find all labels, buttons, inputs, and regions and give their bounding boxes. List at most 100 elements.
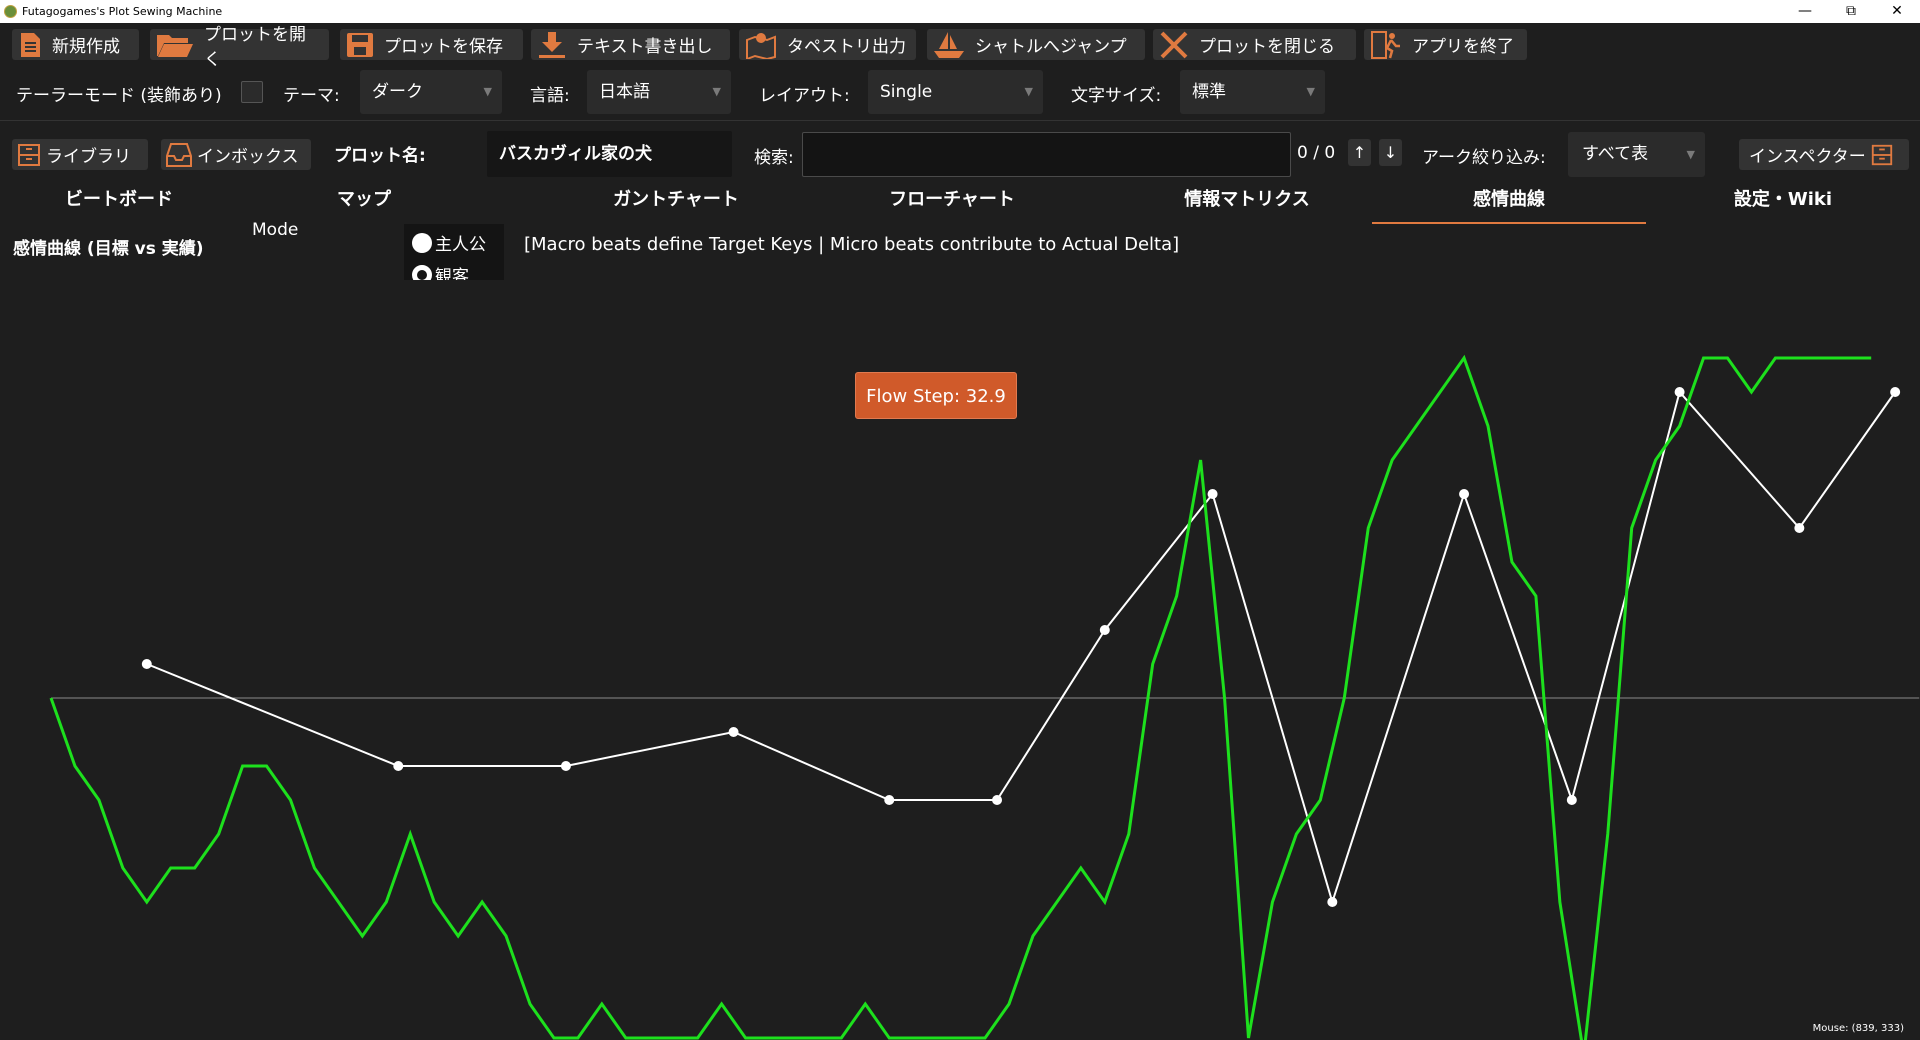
- tailor-mode-label: テーラーモード (装飾あり): [16, 86, 222, 106]
- download-icon: [539, 31, 565, 58]
- font-size-label: 文字サイズ:: [1071, 86, 1162, 106]
- tab-map[interactable]: マップ: [238, 186, 490, 224]
- target-key-point[interactable]: [1890, 387, 1901, 397]
- ship-icon: [934, 31, 964, 58]
- flow-step-tooltip: Flow Step: 32.9: [855, 372, 1017, 419]
- export-text-label: テキスト書き出し: [577, 37, 713, 57]
- target-key-point[interactable]: [992, 795, 1003, 805]
- settings-row: テーラーモード (装飾あり) テーマ: ダーク ▼ 言語: 日本語 ▼ レイアウ…: [0, 66, 1920, 120]
- target-key-point[interactable]: [1099, 625, 1110, 635]
- floppy-disk-icon: [347, 32, 373, 57]
- search-next-button[interactable]: ↓: [1379, 139, 1402, 166]
- target-key-point[interactable]: [141, 659, 152, 669]
- chevron-down-icon: ▼: [1686, 148, 1695, 161]
- search-input[interactable]: [802, 132, 1291, 177]
- jump-to-shuttle-button[interactable]: シャトルへジャンプ: [927, 29, 1145, 60]
- new-plot-button[interactable]: 新規作成: [12, 29, 139, 60]
- tab-flowchart[interactable]: フローチャート: [862, 186, 1042, 224]
- font-size-select[interactable]: 標準 ▼: [1180, 70, 1325, 114]
- mode-option-label: 主人公: [435, 235, 486, 255]
- exit-door-icon: [1371, 30, 1400, 59]
- tapestry-export-label: タペストリ出力: [787, 37, 906, 57]
- close-plot-label: プロットを閉じる: [1199, 37, 1335, 57]
- save-plot-label: プロットを保存: [384, 37, 503, 57]
- library-button[interactable]: ライブラリ: [12, 139, 148, 170]
- tailor-mode-checkbox[interactable]: [241, 81, 263, 103]
- export-text-button[interactable]: テキスト書き出し: [531, 29, 730, 60]
- chevron-down-icon: ▼: [1306, 85, 1315, 98]
- layout-select[interactable]: Single ▼: [868, 70, 1043, 114]
- radio-checked-icon: [412, 232, 432, 253]
- target-key-point[interactable]: [1207, 489, 1218, 499]
- quit-app-label: アプリを終了: [1412, 37, 1514, 57]
- inspector-label: インスペクター: [1749, 147, 1866, 167]
- target-curve-line: [146, 389, 1896, 906]
- theme-value: ダーク: [372, 82, 423, 102]
- quit-app-button[interactable]: アプリを終了: [1364, 29, 1527, 60]
- chevron-down-icon: ▼: [1024, 85, 1033, 98]
- view-tabs: ビートボード マップ ガントチャート フローチャート 情報マトリクス 感情曲線 …: [0, 186, 1920, 224]
- inspector-button[interactable]: インスペクター: [1739, 139, 1909, 170]
- layout-value: Single: [880, 82, 933, 102]
- window-title: Futagogames's Plot Sewing Machine: [22, 5, 223, 18]
- target-key-point[interactable]: [1459, 489, 1470, 499]
- close-icon: [1160, 31, 1188, 58]
- mode-label: Mode: [252, 220, 299, 240]
- target-key-point[interactable]: [1327, 897, 1338, 907]
- main-toolbar: 新規作成 プロットを開く プロットを保存 テキスト書き出し タペストリ出力 シャ…: [0, 23, 1920, 70]
- search-match-count: 0 / 0: [1297, 143, 1336, 163]
- theme-select[interactable]: ダーク ▼: [360, 70, 502, 114]
- search-label: 検索:: [754, 148, 794, 168]
- folder-open-icon: [157, 34, 193, 57]
- plot-name-field[interactable]: バスカヴィル家の犬: [487, 131, 732, 177]
- arc-filter-value: すべて表: [1582, 144, 1649, 164]
- target-key-point[interactable]: [1674, 387, 1685, 397]
- restore-button[interactable]: ⧉: [1828, 0, 1874, 23]
- mouse-readout: Mouse: (839, 333): [1812, 1023, 1904, 1034]
- arc-filter-select[interactable]: すべて表 ▼: [1568, 132, 1705, 177]
- open-plot-button[interactable]: プロットを開く: [150, 25, 329, 70]
- target-key-point[interactable]: [1794, 523, 1805, 533]
- tab-emotion-curve[interactable]: 感情曲線: [1372, 186, 1646, 224]
- target-key-point[interactable]: [728, 727, 739, 737]
- minimize-button[interactable]: —: [1782, 0, 1828, 23]
- tab-beat-board[interactable]: ビートボード: [0, 186, 238, 224]
- map-pin-icon: [746, 32, 776, 59]
- emotion-curve-panel: 感情曲線 (目標 vs 実績) Mode 主人公 観客 [Macro beats…: [0, 220, 1920, 1040]
- language-value: 日本語: [599, 82, 650, 102]
- target-key-point[interactable]: [1566, 795, 1577, 805]
- jump-to-shuttle-label: シャトルへジャンプ: [975, 37, 1127, 57]
- arc-filter-label: アーク絞り込み:: [1422, 148, 1546, 168]
- plot-bar: ライブラリ インボックス プロット名: バスカヴィル家の犬 検索: 0 / 0 …: [0, 120, 1920, 187]
- panel-heading: 感情曲線 (目標 vs 実績): [13, 239, 204, 259]
- close-plot-button[interactable]: プロットを閉じる: [1153, 29, 1356, 60]
- document-icon: [21, 32, 40, 57]
- inbox-button[interactable]: インボックス: [161, 139, 311, 170]
- chevron-down-icon: ▼: [483, 85, 492, 98]
- font-size-value: 標準: [1192, 82, 1226, 102]
- inbox-label: インボックス: [197, 147, 299, 167]
- library-label: ライブラリ: [46, 147, 131, 167]
- plot-name-label: プロット名:: [334, 146, 426, 166]
- language-label: 言語:: [530, 86, 570, 106]
- layout-label: レイアウト:: [759, 86, 850, 106]
- theme-label: テーマ:: [283, 86, 340, 106]
- hint-text: [Macro beats define Target Keys | Micro …: [524, 234, 1180, 255]
- plot-name-value: バスカヴィル家の犬: [499, 144, 652, 164]
- tab-settings-wiki[interactable]: 設定・Wiki: [1646, 186, 1920, 224]
- new-plot-label: 新規作成: [52, 37, 120, 57]
- mode-radio-protagonist[interactable]: 主人公: [412, 230, 486, 255]
- tapestry-export-button[interactable]: タペストリ出力: [739, 29, 916, 60]
- target-key-point[interactable]: [393, 761, 404, 771]
- drawer-icon: [18, 143, 40, 166]
- target-key-point[interactable]: [560, 761, 571, 771]
- chevron-down-icon: ▼: [712, 85, 721, 98]
- target-key-point[interactable]: [884, 795, 895, 805]
- tab-gantt-chart[interactable]: ガントチャート: [490, 186, 862, 224]
- open-plot-label: プロットを開く: [204, 24, 306, 70]
- language-select[interactable]: 日本語 ▼: [587, 70, 731, 114]
- search-prev-button[interactable]: ↑: [1348, 139, 1371, 166]
- save-plot-button[interactable]: プロットを保存: [340, 29, 523, 60]
- close-window-button[interactable]: ✕: [1874, 0, 1920, 23]
- app-icon: [4, 5, 17, 18]
